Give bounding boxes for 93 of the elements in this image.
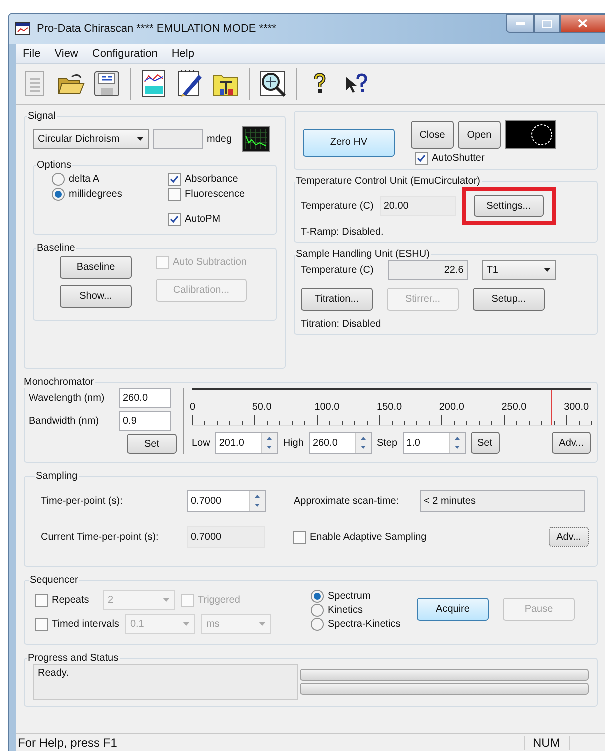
- close-icon: [578, 19, 588, 28]
- status-message: Ready.: [33, 664, 298, 700]
- set-button[interactable]: Set: [127, 434, 177, 454]
- unit-button[interactable]: Setup...: [473, 288, 545, 311]
- radio-button[interactable]: millidegrees: [52, 188, 162, 201]
- num-lock-indicator: NUM: [524, 736, 570, 750]
- scale-label: 100.0: [314, 402, 340, 413]
- radio-button[interactable]: Spectra-Kinetics: [311, 618, 411, 631]
- spin-field[interactable]: 0.7000: [187, 490, 266, 512]
- advanced-button[interactable]: Adv...: [552, 432, 591, 454]
- scale-label: 250.0: [502, 402, 527, 413]
- minimize-button[interactable]: [506, 14, 534, 33]
- spin-field[interactable]: 1.0: [402, 432, 466, 454]
- spin-field[interactable]: 201.0: [215, 432, 278, 454]
- field-label: Approximate scan-time:: [294, 496, 400, 506]
- scan-time-field: < 2 minutes: [420, 490, 585, 512]
- menu-item[interactable]: Help: [166, 48, 200, 60]
- input-field[interactable]: 0.9: [119, 411, 171, 431]
- range-label: Low: [192, 438, 210, 448]
- set-button[interactable]: Set: [470, 432, 500, 454]
- radio-button[interactable]: delta A: [52, 173, 162, 186]
- checkbox[interactable]: AutoPM: [168, 213, 246, 226]
- temperature-label: Temperature (C): [301, 200, 374, 212]
- checkmark-icon: [170, 175, 179, 184]
- unit-label: mdeg: [207, 134, 232, 144]
- group-title: Sequencer: [29, 575, 80, 586]
- probe-dropdown[interactable]: T1: [482, 260, 556, 280]
- dropdown-arrow-icon: [163, 598, 170, 602]
- temperature-field: 20.00: [380, 196, 456, 216]
- group-title: Monochromator: [23, 377, 96, 388]
- scale-label: 0: [190, 402, 196, 413]
- menu-item[interactable]: Configuration: [87, 48, 163, 60]
- field-label: Bandwidth (nm): [29, 416, 100, 426]
- shutter-indicator-icon: [505, 120, 557, 150]
- group-title: Progress and Status: [27, 653, 120, 664]
- input-field[interactable]: 260.0: [119, 388, 171, 408]
- advanced-button[interactable]: Adv...: [549, 527, 589, 547]
- menu-item[interactable]: File: [18, 48, 46, 60]
- range-label: High: [283, 438, 304, 448]
- dropdown-arrow-icon: [183, 622, 190, 626]
- checkmark-icon: [170, 215, 179, 224]
- group-title: Sampling: [35, 471, 79, 482]
- signal-reading-field: [153, 129, 203, 149]
- t-ramp-status: T-Ramp: Disabled.: [301, 227, 385, 238]
- app-icon: [15, 21, 31, 37]
- group-title: Baseline: [36, 243, 76, 254]
- checkbox[interactable]: AutoShutter: [415, 152, 557, 165]
- dropdown-arrow-icon: [137, 137, 144, 141]
- scale-label: 50.0: [252, 402, 272, 413]
- scale-label: 200.0: [439, 402, 464, 413]
- group-title: Signal: [27, 111, 57, 122]
- range-label: Step: [376, 438, 398, 448]
- window-title: Pro-Data Chirascan **** EMULATION MODE ****: [37, 23, 278, 35]
- group-title: Sample Handling Unit (ESHU): [295, 249, 431, 260]
- titration-status: Titration: Disabled: [301, 319, 382, 330]
- menu-item[interactable]: View: [50, 48, 84, 60]
- temperature-field: 22.6: [388, 260, 468, 280]
- status-text: For Help, press F1: [17, 736, 118, 750]
- scale-label: 300.0: [564, 402, 590, 413]
- signal-dropdown[interactable]: Circular Dichroism: [33, 129, 149, 149]
- unit-button[interactable]: Titration...: [301, 288, 373, 311]
- spin-field[interactable]: 260.0: [308, 432, 372, 454]
- checkbox[interactable]: Repeats: [35, 594, 97, 606]
- checkbox[interactable]: Fluorescence: [168, 188, 246, 201]
- maximize-button[interactable]: [534, 14, 560, 33]
- checkbox[interactable]: Absorbance: [168, 173, 246, 186]
- group-title: Options: [36, 160, 72, 171]
- baseline-button[interactable]: Baseline: [60, 256, 132, 279]
- settings-button[interactable]: Settings...: [474, 195, 544, 217]
- baseline-button[interactable]: Show...: [60, 285, 132, 308]
- field-label: Time-per-point (s):: [41, 496, 124, 506]
- dropdown-arrow-icon: [544, 268, 551, 272]
- scale-label: 150.0: [377, 402, 402, 413]
- zero-hv-button[interactable]: Zero HV: [303, 128, 395, 156]
- acquire-button[interactable]: Acquire: [417, 598, 489, 621]
- maximize-icon: [542, 20, 552, 28]
- group-title: Temperature Control Unit (EmuCirculator): [295, 176, 482, 187]
- temperature-label: Temperature (C): [301, 264, 374, 276]
- checkbox[interactable]: Timed intervals: [35, 618, 120, 630]
- field-label: Current Time-per-point (s):: [41, 532, 160, 542]
- checkmark-icon: [417, 154, 426, 163]
- radio-button[interactable]: Kinetics: [311, 604, 411, 617]
- open-shutter-button[interactable]: Open: [458, 121, 501, 149]
- close-shutter-button[interactable]: Close: [411, 121, 454, 149]
- radio-button[interactable]: Spectrum: [311, 590, 411, 603]
- signal-monitor-icon[interactable]: [242, 126, 270, 152]
- dropdown-arrow-icon: [259, 622, 266, 626]
- minimize-icon: [516, 22, 524, 25]
- field-label: Wavelength (nm): [29, 392, 106, 404]
- checkbox[interactable]: Enable Adaptive Sampling: [293, 530, 543, 544]
- close-button[interactable]: [560, 14, 605, 33]
- magnifier-icon[interactable]: [258, 69, 288, 99]
- current-time-field: 0.7000: [187, 526, 265, 548]
